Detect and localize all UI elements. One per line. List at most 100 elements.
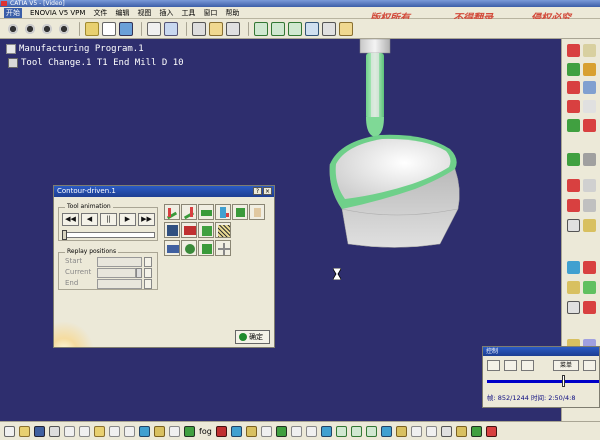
panel-progress-track[interactable] xyxy=(487,380,599,383)
camera-icon[interactable] xyxy=(164,240,180,256)
roughing-icon[interactable] xyxy=(567,63,580,76)
start-pick-button[interactable] xyxy=(144,257,152,267)
end-pick-button[interactable] xyxy=(144,279,152,289)
nc-output-icon[interactable] xyxy=(567,301,580,314)
point-display-icon[interactable] xyxy=(198,204,214,220)
material-view-icon[interactable] xyxy=(395,425,407,437)
menu-insert[interactable]: 插入 xyxy=(159,8,173,18)
monitor-icon[interactable] xyxy=(119,21,133,36)
spiral-icon[interactable] xyxy=(583,100,596,113)
pointer-icon[interactable] xyxy=(147,21,161,36)
ibox-icon[interactable] xyxy=(567,261,580,274)
manufacturing-icon[interactable] xyxy=(209,21,223,36)
current-pick-button[interactable] xyxy=(144,268,152,278)
menu-start[interactable]: 开始 xyxy=(4,7,22,18)
photo-icon[interactable] xyxy=(164,222,180,238)
drill-icon[interactable] xyxy=(567,179,580,192)
panel-play-button[interactable] xyxy=(487,360,500,371)
cube-section-icon[interactable] xyxy=(288,21,302,36)
cube-view-icon[interactable] xyxy=(271,21,285,36)
green-surface-icon[interactable] xyxy=(567,153,580,166)
hand-display-icon[interactable] xyxy=(249,204,265,220)
operation-gear-icon[interactable] xyxy=(57,21,71,36)
animation-slider-thumb[interactable] xyxy=(62,230,67,240)
table-icon[interactable] xyxy=(410,425,422,437)
search-icon[interactable] xyxy=(154,425,165,437)
hide-show-icon[interactable] xyxy=(169,425,180,437)
animation-slider-track[interactable] xyxy=(62,232,155,238)
menu-window[interactable]: 窗口 xyxy=(203,8,217,18)
spot-drill-icon[interactable] xyxy=(583,179,596,192)
edges-icon[interactable] xyxy=(380,425,392,437)
analysis-display-icon[interactable] xyxy=(198,222,214,238)
menu-tools[interactable]: 工具 xyxy=(181,8,195,18)
macro-icon[interactable] xyxy=(440,425,452,437)
whats-this-icon[interactable] xyxy=(139,425,150,437)
folder-icon[interactable] xyxy=(85,21,99,36)
menu-file[interactable]: 文件 xyxy=(93,8,107,18)
fast-forward-button[interactable]: ▶▶ xyxy=(138,213,155,226)
save-icon[interactable] xyxy=(34,425,45,437)
profile-icon[interactable] xyxy=(583,119,596,132)
redo-icon[interactable] xyxy=(124,425,135,437)
mesh-display-icon[interactable] xyxy=(198,240,214,256)
replay-icon[interactable] xyxy=(567,281,580,294)
panel-options-button[interactable] xyxy=(583,360,596,371)
pause-button[interactable]: || xyxy=(100,213,117,226)
menu-enovia[interactable]: ENOVIA V5 VPM xyxy=(30,9,85,17)
swap-visible-icon[interactable] xyxy=(184,425,195,437)
tap-icon[interactable] xyxy=(583,199,596,212)
panel-menu-button[interactable]: 菜单 xyxy=(553,360,579,371)
bore-icon[interactable] xyxy=(567,199,580,212)
normal-view-icon[interactable] xyxy=(320,425,332,437)
front-view-icon[interactable] xyxy=(350,425,362,437)
measure-icon[interactable] xyxy=(192,21,206,36)
zoom-out-icon[interactable] xyxy=(305,425,317,437)
simulate-icon[interactable] xyxy=(583,281,596,294)
panel-stop-button[interactable] xyxy=(504,360,517,371)
open-file-icon[interactable] xyxy=(19,425,30,437)
shading-icon[interactable] xyxy=(365,425,377,437)
cube-wire-icon[interactable] xyxy=(305,21,319,36)
print-icon[interactable] xyxy=(49,425,60,437)
undo-icon[interactable] xyxy=(109,425,120,437)
dialog-help-button[interactable]: ? xyxy=(253,187,262,195)
video-icon[interactable] xyxy=(181,222,197,238)
tools-icon[interactable] xyxy=(470,425,482,437)
fit-all-icon[interactable] xyxy=(245,425,257,437)
start-field[interactable] xyxy=(97,257,142,267)
tree-item-program[interactable]: Manufacturing Program.1 xyxy=(6,42,184,56)
machine-gear-icon[interactable] xyxy=(6,21,20,36)
pencil-icon[interactable] xyxy=(567,100,580,113)
walk-icon[interactable] xyxy=(230,425,242,437)
isoparametric-icon[interactable] xyxy=(567,119,580,132)
tool-change-icon[interactable] xyxy=(567,219,580,232)
render-icon[interactable] xyxy=(322,21,336,36)
tool-display-icon[interactable] xyxy=(181,204,197,220)
new-file-icon[interactable] xyxy=(4,425,15,437)
zoom-in-icon[interactable] xyxy=(290,425,302,437)
catalog-icon[interactable] xyxy=(425,425,437,437)
paste-icon[interactable] xyxy=(94,425,105,437)
end-field[interactable] xyxy=(97,279,142,289)
menu-view[interactable]: 视图 xyxy=(137,8,151,18)
sweeping-icon[interactable] xyxy=(583,63,596,76)
menu-edit[interactable]: 编辑 xyxy=(115,8,129,18)
gear-display-icon[interactable] xyxy=(181,240,197,256)
plunge-display-icon[interactable] xyxy=(215,204,231,220)
tool-axis-icon[interactable] xyxy=(215,240,231,256)
document-icon[interactable] xyxy=(102,21,116,36)
ok-button[interactable]: 确定 xyxy=(235,330,270,344)
material-icon[interactable] xyxy=(339,21,353,36)
tree-item-tool-change[interactable]: Tool Change.1 T1 End Mill D 10 xyxy=(6,56,184,70)
view-icon[interactable] xyxy=(164,21,178,36)
dialog-close-button[interactable]: × xyxy=(263,187,272,195)
fog-label[interactable]: fog xyxy=(199,427,212,436)
machine-rotation-icon[interactable] xyxy=(583,219,596,232)
stop-icon[interactable] xyxy=(485,425,497,437)
rewind-button[interactable]: ◀◀ xyxy=(62,213,79,226)
rotate-icon[interactable] xyxy=(275,425,287,437)
nc-code-icon[interactable] xyxy=(583,301,596,314)
cut-icon[interactable] xyxy=(64,425,75,437)
fly-mode-icon[interactable] xyxy=(215,425,227,437)
